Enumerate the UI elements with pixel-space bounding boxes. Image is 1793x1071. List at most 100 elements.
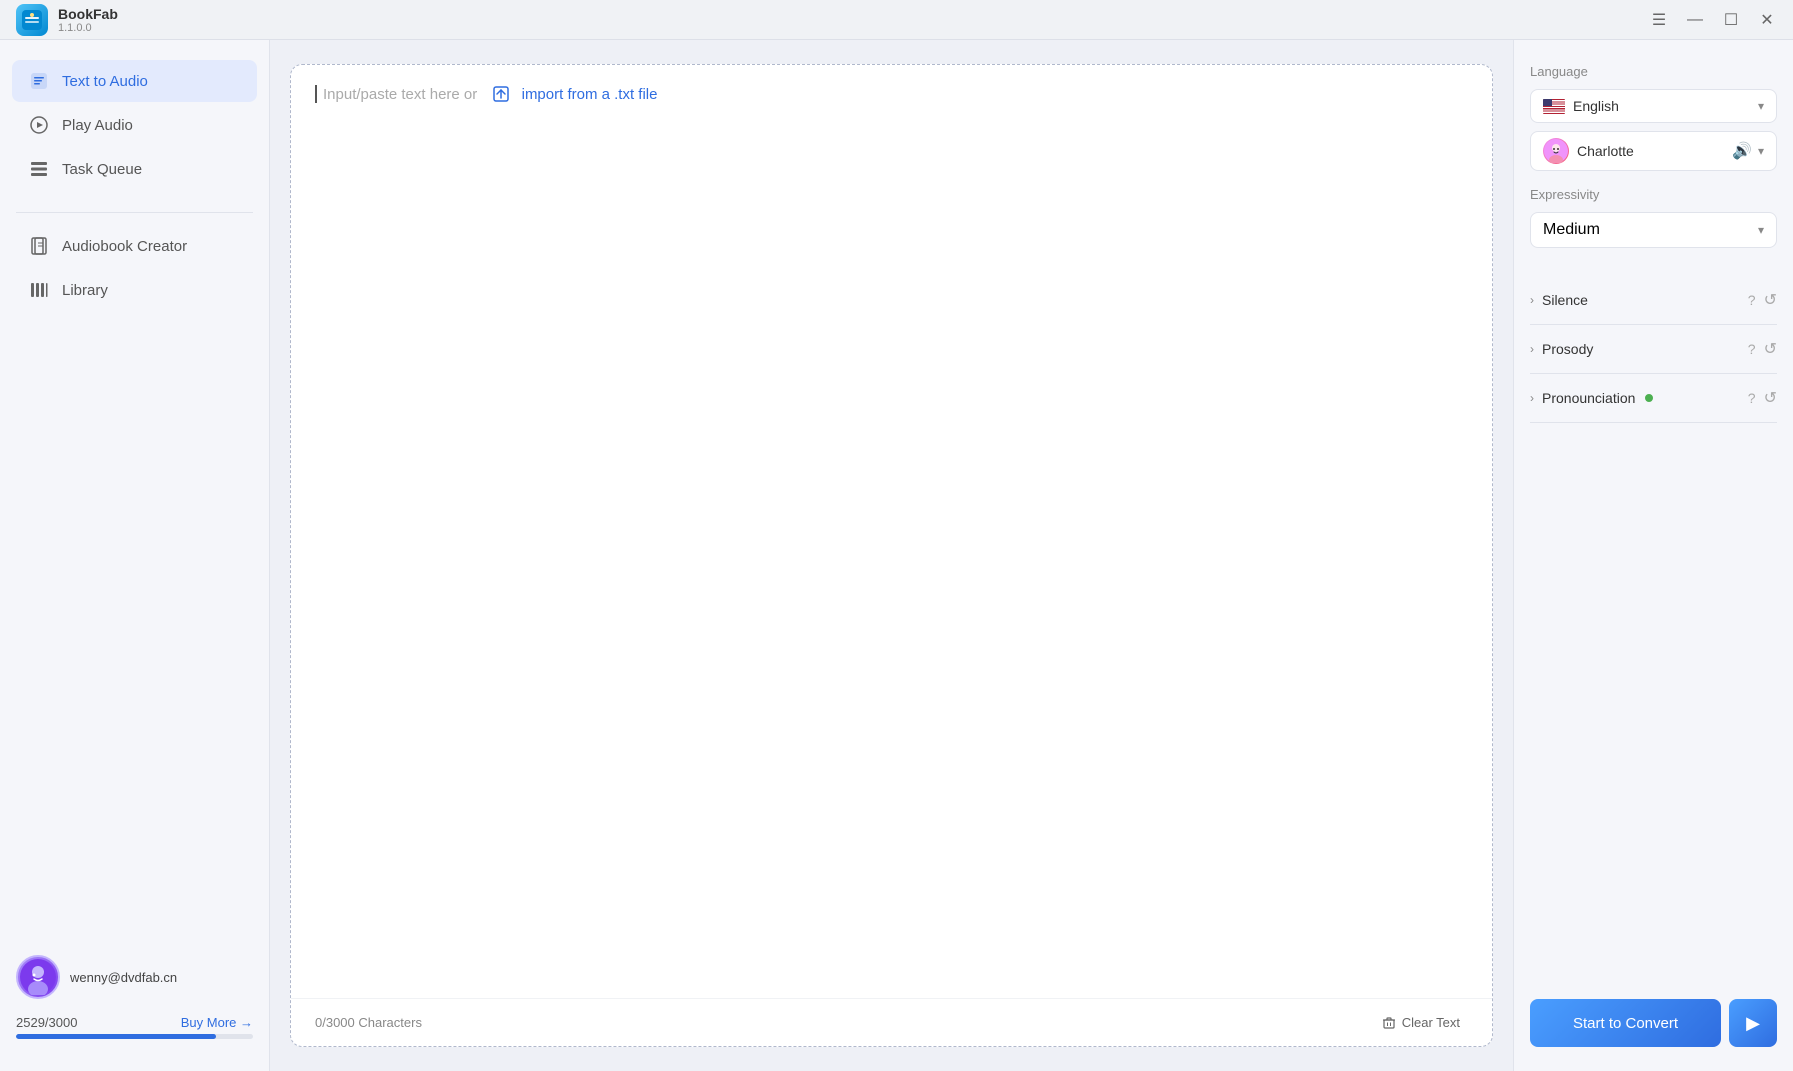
language-label: Language: [1530, 64, 1777, 79]
maximize-button[interactable]: ☐: [1721, 10, 1741, 30]
app-name: BookFab: [58, 6, 118, 22]
sidebar-item-library[interactable]: Library: [12, 269, 257, 311]
expressivity-chevron-icon: ▾: [1758, 223, 1764, 237]
audiobook-creator-icon: [28, 235, 50, 257]
text-editor-footer: 0/3000 Characters Clear Text: [291, 998, 1492, 1046]
convert-btn-label: Start to Convert: [1573, 1015, 1678, 1032]
silence-chevron-icon: ›: [1530, 293, 1534, 307]
pronounciation-dot: [1645, 394, 1653, 402]
text-placeholder: Input/paste text here or import from a .…: [315, 85, 1468, 103]
pronounciation-chevron-icon: ›: [1530, 391, 1534, 405]
right-panel: Language English ▾: [1513, 40, 1793, 1071]
pronounciation-label: Pronounciation: [1542, 390, 1635, 406]
prosody-left: › Prosody: [1530, 341, 1593, 357]
sidebar-item-task-queue[interactable]: Task Queue: [12, 148, 257, 190]
prosody-header[interactable]: › Prosody ? ↺: [1530, 339, 1777, 359]
user-email: wenny@dvdfab.cn: [70, 970, 177, 985]
language-chevron-icon: ▾: [1758, 99, 1764, 113]
expressivity-value: Medium: [1543, 221, 1600, 239]
text-cursor: [315, 85, 317, 103]
pronounciation-header[interactable]: › Pronounciation ? ↺: [1530, 388, 1777, 408]
library-label: Library: [62, 282, 108, 299]
close-button[interactable]: ✕: [1757, 10, 1777, 30]
user-avatar: [16, 955, 60, 999]
nav-primary: Text to Audio Play Audio: [0, 60, 269, 192]
voice-name: Charlotte: [1577, 143, 1634, 159]
app-version: 1.1.0.0: [58, 22, 118, 34]
import-link[interactable]: import from a .txt file: [493, 86, 657, 103]
pronounciation-reset-icon[interactable]: ↺: [1764, 388, 1777, 408]
text-to-audio-icon: [28, 70, 50, 92]
minimize-button[interactable]: —: [1685, 10, 1705, 30]
app-logo: [16, 4, 48, 36]
voice-left: Charlotte: [1543, 138, 1634, 164]
us-flag-icon: [1543, 99, 1565, 114]
silence-label: Silence: [1542, 292, 1588, 308]
clear-text-label: Clear Text: [1402, 1015, 1460, 1030]
text-editor-card: Input/paste text here or import from a .…: [290, 64, 1493, 1047]
prosody-label: Prosody: [1542, 341, 1593, 357]
sidebar-item-play-audio[interactable]: Play Audio: [12, 104, 257, 146]
pronounciation-help-icon[interactable]: ?: [1748, 390, 1756, 406]
silence-reset-icon[interactable]: ↺: [1764, 290, 1777, 310]
placeholder-text: Input/paste text here or: [323, 86, 477, 103]
titlebar: BookFab 1.1.0.0 ☰ — ☐ ✕: [0, 0, 1793, 40]
prosody-chevron-icon: ›: [1530, 342, 1534, 356]
buy-more-link[interactable]: Buy More →: [181, 1015, 253, 1030]
task-queue-icon: [28, 158, 50, 180]
credits-bar-container: 2529/3000 Buy More →: [16, 1015, 253, 1039]
language-dropdown[interactable]: English ▾: [1530, 89, 1777, 123]
prosody-accordion: › Prosody ? ↺: [1530, 325, 1777, 374]
bottom-actions: Start to Convert ▶: [1530, 975, 1777, 1047]
credits-bar: [16, 1034, 253, 1039]
silence-accordion: › Silence ? ↺: [1530, 276, 1777, 325]
expressivity-label: Expressivity: [1530, 187, 1777, 202]
expressivity-section: Expressivity Medium ▾: [1530, 187, 1777, 256]
pronounciation-right: ? ↺: [1748, 388, 1777, 408]
trash-icon: [1382, 1016, 1396, 1030]
prosody-help-icon[interactable]: ?: [1748, 341, 1756, 357]
silence-help-icon[interactable]: ?: [1748, 292, 1756, 308]
user-info: wenny@dvdfab.cn: [16, 947, 253, 1007]
app-body: Text to Audio Play Audio: [0, 40, 1793, 1071]
app-name-version: BookFab 1.1.0.0: [58, 6, 118, 34]
language-value: English: [1573, 98, 1619, 114]
expressivity-dropdown[interactable]: Medium ▾: [1530, 212, 1777, 248]
task-queue-label: Task Queue: [62, 161, 142, 178]
credits-bar-fill: [16, 1034, 216, 1039]
silence-right: ? ↺: [1748, 290, 1777, 310]
voice-dropdown[interactable]: Charlotte 🔊 ▾: [1530, 131, 1777, 171]
credits-count: 2529/3000: [16, 1015, 77, 1030]
clear-text-button[interactable]: Clear Text: [1374, 1011, 1468, 1034]
char-count: 0/3000 Characters: [315, 1015, 422, 1030]
titlebar-controls: ☰ — ☐ ✕: [1649, 10, 1777, 30]
language-section: Language English ▾: [1530, 64, 1777, 171]
titlebar-left: BookFab 1.1.0.0: [16, 4, 118, 36]
play-icon: ▶: [1746, 1013, 1760, 1034]
pronounciation-left: › Pronounciation: [1530, 390, 1653, 406]
sidebar-item-audiobook-creator[interactable]: Audiobook Creator: [12, 225, 257, 267]
voice-chevron-icon: ▾: [1758, 144, 1764, 158]
import-label: import from a .txt file: [522, 86, 658, 103]
text-editor[interactable]: Input/paste text here or import from a .…: [291, 65, 1492, 998]
sound-icon[interactable]: 🔊: [1732, 141, 1752, 161]
sidebar-item-text-to-audio[interactable]: Text to Audio: [12, 60, 257, 102]
sidebar-bottom: wenny@dvdfab.cn 2529/3000 Buy More →: [0, 947, 269, 1051]
library-icon: [28, 279, 50, 301]
nav-secondary: Audiobook Creator Library: [0, 225, 269, 313]
prosody-right: ? ↺: [1748, 339, 1777, 359]
start-convert-button[interactable]: Start to Convert: [1530, 999, 1721, 1047]
play-audio-icon: [28, 114, 50, 136]
menu-button[interactable]: ☰: [1649, 10, 1669, 30]
voice-right: 🔊 ▾: [1732, 141, 1764, 161]
nav-divider: [16, 212, 253, 213]
play-audio-label: Play Audio: [62, 117, 133, 134]
silence-left: › Silence: [1530, 292, 1588, 308]
dropdown-left: English: [1543, 98, 1619, 114]
play-button[interactable]: ▶: [1729, 999, 1777, 1047]
prosody-reset-icon[interactable]: ↺: [1764, 339, 1777, 359]
audiobook-creator-label: Audiobook Creator: [62, 238, 187, 255]
silence-header[interactable]: › Silence ? ↺: [1530, 290, 1777, 310]
text-to-audio-label: Text to Audio: [62, 73, 148, 90]
sidebar: Text to Audio Play Audio: [0, 40, 270, 1071]
